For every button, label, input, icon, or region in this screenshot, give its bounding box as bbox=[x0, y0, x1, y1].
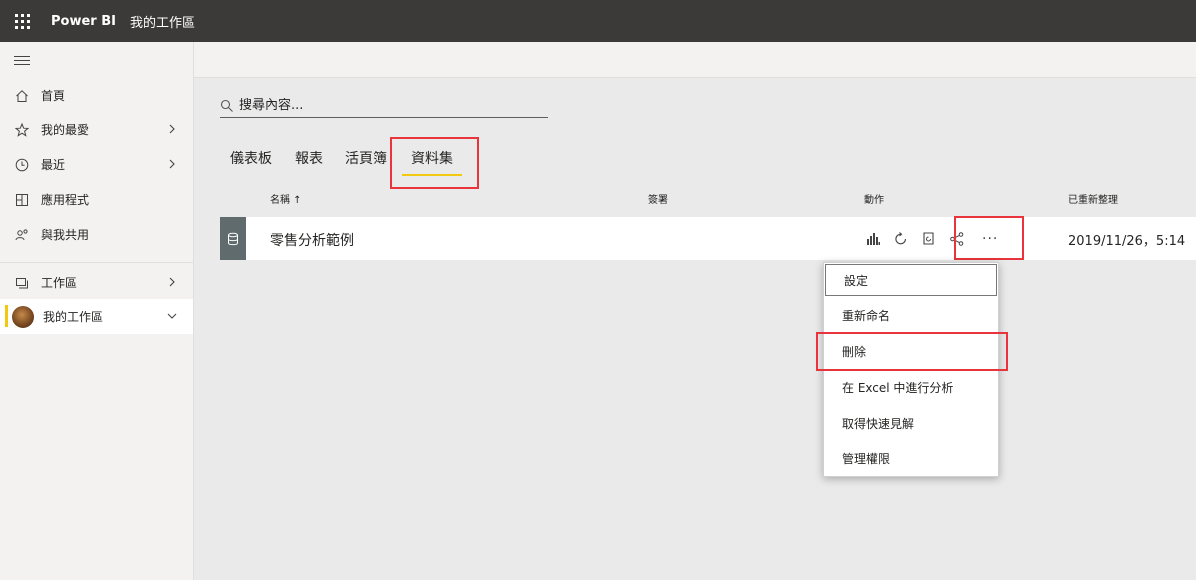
column-header-actions: 動作 bbox=[864, 195, 884, 206]
sidebar-item-label: 最近 bbox=[41, 158, 66, 172]
schedule-refresh-icon bbox=[923, 232, 934, 245]
brand-label[interactable]: Power BI bbox=[51, 14, 116, 29]
workspaces-icon bbox=[14, 275, 30, 291]
workspace-breadcrumb[interactable]: 我的工作區 bbox=[130, 12, 195, 31]
waffle-icon bbox=[14, 13, 30, 29]
menu-item-analyze-in-excel[interactable]: 在 Excel 中進行分析 bbox=[824, 370, 998, 405]
column-header-name[interactable]: 名稱 ↑ bbox=[270, 191, 302, 206]
top-bar: Power BI 我的工作區 bbox=[0, 0, 1196, 42]
sidebar-item-my-workspace[interactable]: 我的工作區 bbox=[0, 299, 193, 334]
sidebar-divider bbox=[0, 262, 193, 263]
sidebar-item-workspaces[interactable]: 工作區 bbox=[0, 265, 193, 300]
menu-item-manage-permissions[interactable]: 管理權限 bbox=[824, 441, 998, 476]
refresh-icon bbox=[895, 232, 907, 245]
home-icon bbox=[14, 88, 30, 104]
app-launcher-button[interactable] bbox=[2, 0, 42, 42]
sidebar-item-favorites[interactable]: 我的最愛 bbox=[0, 112, 193, 147]
tab-highlight-box bbox=[390, 137, 479, 189]
column-header-endorsement: 簽署 bbox=[648, 195, 668, 206]
header-strip bbox=[194, 42, 1196, 78]
hamburger-icon[interactable] bbox=[14, 56, 30, 68]
sidebar-item-label: 我的工作區 bbox=[43, 310, 104, 324]
chevron-right-icon[interactable] bbox=[165, 275, 179, 289]
active-indicator bbox=[5, 305, 8, 327]
chevron-right-icon[interactable] bbox=[165, 157, 179, 171]
menu-item-quick-insights[interactable]: 取得快速見解 bbox=[824, 406, 998, 441]
search-box[interactable] bbox=[220, 94, 548, 118]
clock-icon bbox=[14, 157, 30, 173]
sidebar-item-label: 首頁 bbox=[41, 89, 66, 103]
schedule-refresh-button[interactable] bbox=[920, 230, 938, 248]
sidebar-item-shared[interactable]: 與我共用 bbox=[0, 217, 193, 252]
tab-reports[interactable]: 報表 bbox=[295, 148, 323, 168]
main-content: 儀表板 報表 活頁簿 資料集 名稱 ↑ 簽署 動作 已重新整理 零售分析範例 bbox=[194, 42, 1196, 580]
table-row[interactable]: 零售分析範例 ··· 2019/11/26，5:14 bbox=[220, 217, 1196, 260]
dataset-name[interactable]: 零售分析範例 bbox=[270, 230, 354, 250]
menu-item-settings[interactable]: 設定 bbox=[825, 264, 997, 296]
star-icon bbox=[14, 122, 30, 138]
dataset-icon bbox=[220, 217, 246, 260]
chevron-right-icon[interactable] bbox=[165, 122, 179, 136]
avatar bbox=[12, 305, 34, 328]
create-report-button[interactable] bbox=[864, 230, 882, 248]
chevron-down-icon[interactable] bbox=[165, 309, 179, 323]
apps-icon bbox=[14, 192, 30, 208]
more-options-highlight-box bbox=[954, 216, 1024, 260]
search-input[interactable] bbox=[239, 98, 529, 113]
tab-workbooks[interactable]: 活頁簿 bbox=[345, 148, 387, 168]
refresh-button[interactable] bbox=[892, 230, 910, 248]
refreshed-date: 2019/11/26，5:14 bbox=[1068, 234, 1186, 249]
sidebar-item-label: 我的最愛 bbox=[41, 123, 90, 137]
menu-item-rename[interactable]: 重新命名 bbox=[824, 298, 998, 333]
sidebar-item-recent[interactable]: 最近 bbox=[0, 147, 193, 182]
sidebar-item-apps[interactable]: 應用程式 bbox=[0, 182, 193, 217]
tab-dashboards[interactable]: 儀表板 bbox=[230, 148, 272, 168]
shared-icon bbox=[14, 227, 30, 243]
app-window: Power BI 我的工作區 首頁 我的最愛 最近 應用程式 與我共用 工作區 … bbox=[0, 0, 1196, 580]
search-icon bbox=[220, 99, 233, 112]
sidebar-item-label: 與我共用 bbox=[41, 228, 90, 242]
sidebar-item-label: 工作區 bbox=[41, 276, 78, 290]
sidebar: 首頁 我的最愛 最近 應用程式 與我共用 工作區 我的工作區 bbox=[0, 42, 194, 580]
sidebar-item-home[interactable]: 首頁 bbox=[0, 78, 193, 113]
delete-highlight-box bbox=[816, 332, 1008, 371]
column-header-refreshed[interactable]: 已重新整理 bbox=[1068, 191, 1118, 206]
sidebar-item-label: 應用程式 bbox=[41, 193, 90, 207]
bar-chart-icon bbox=[867, 233, 880, 245]
